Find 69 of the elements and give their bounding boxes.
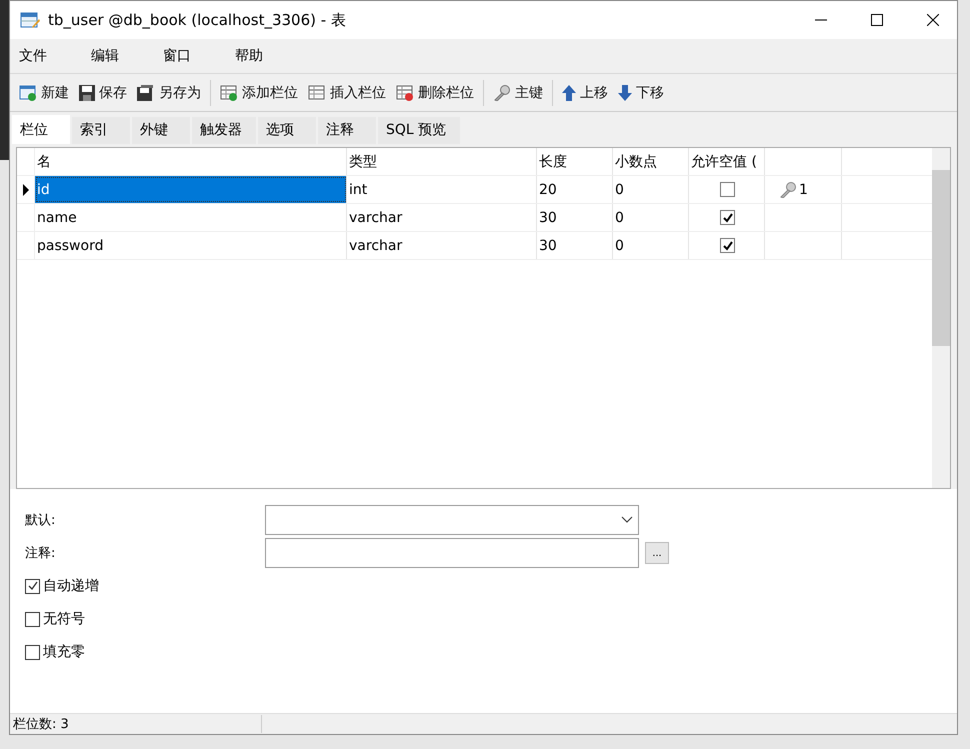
tab[interactable]: 索引 [72, 117, 132, 144]
default-label: 默认: [25, 512, 56, 529]
table-cell: 30 [537, 204, 613, 231]
column-header[interactable]: 小数点 [613, 148, 689, 175]
table-cell: varchar [347, 204, 537, 231]
status-text: 栏位数: 3 [10, 715, 262, 733]
table-cell: int [347, 176, 537, 203]
delete-column-icon [396, 84, 414, 100]
checkbox[interactable] [25, 612, 40, 626]
tab[interactable]: SQL 预览 [378, 117, 462, 144]
new-table-icon [19, 84, 37, 100]
column-header[interactable]: 允许空值 ( [689, 148, 765, 175]
key-order: 1 [799, 182, 808, 198]
key-icon [493, 84, 511, 100]
menu-item[interactable]: 帮助 [226, 47, 272, 65]
key-icon [779, 182, 797, 198]
tab[interactable]: 选项 [258, 117, 318, 144]
table-cell[interactable]: name [35, 204, 347, 231]
checkbox[interactable] [720, 182, 735, 197]
toolbar-button[interactable]: 主键 [488, 82, 548, 104]
table-cell: 20 [537, 176, 613, 203]
table-icon [20, 11, 40, 29]
column-header[interactable]: 类型 [347, 148, 537, 175]
maximize-icon[interactable] [871, 14, 883, 26]
toolbar-button[interactable]: 下移 [613, 82, 669, 104]
table-cell: 0 [613, 232, 689, 259]
comment-field[interactable] [265, 538, 639, 568]
arrow-up-icon [562, 84, 576, 100]
checkbox[interactable] [25, 578, 40, 594]
tab[interactable]: 栏位 [12, 115, 72, 144]
table-cell[interactable]: id [35, 176, 347, 203]
tab[interactable]: 触发器 [192, 117, 258, 144]
menu-item[interactable]: 文件 [10, 47, 56, 65]
close-icon[interactable] [927, 14, 939, 26]
toolbar-button[interactable]: 删除栏位 [391, 82, 479, 104]
toolbar-button[interactable]: 添加栏位 [215, 82, 303, 104]
table-cell[interactable]: password [35, 232, 347, 259]
column-header[interactable]: 长度 [537, 148, 613, 175]
tab[interactable]: 外键 [132, 117, 192, 144]
checkbox[interactable] [720, 210, 735, 225]
ellipsis-button[interactable]: ... [645, 542, 669, 564]
menu-item[interactable]: 编辑 [82, 47, 128, 65]
table-cell: 30 [537, 232, 613, 259]
window-title: tb_user @db_book (localhost_3306) - 表 [48, 10, 346, 30]
save-icon [79, 84, 95, 100]
checkbox[interactable] [720, 238, 735, 253]
toolbar-button[interactable]: 保存 [74, 82, 132, 104]
tab[interactable]: 注释 [318, 117, 378, 144]
menu-item[interactable]: 窗口 [154, 47, 200, 65]
column-header[interactable]: 名 [35, 148, 347, 175]
checkbox-label: 自动递增 [43, 577, 99, 595]
table-cell: 0 [613, 176, 689, 203]
checkbox[interactable] [25, 644, 40, 660]
arrow-down-icon [618, 84, 632, 100]
scrollbar[interactable] [932, 148, 950, 488]
checkbox-label: 填充零 [43, 643, 85, 661]
toolbar-button[interactable]: 新建 [14, 82, 74, 104]
table-cell: 0 [613, 204, 689, 231]
add-column-icon [220, 84, 238, 100]
chevron-down-icon [621, 516, 633, 524]
toolbar-button[interactable]: 另存为 [132, 82, 206, 104]
default-dropdown[interactable] [265, 505, 639, 535]
table-cell: varchar [347, 232, 537, 259]
comment-label: 注释: [25, 545, 56, 562]
toolbar-button[interactable]: 插入栏位 [303, 82, 391, 104]
toolbar-button[interactable]: 上移 [557, 82, 613, 104]
checkbox-label: 无符号 [43, 610, 85, 628]
insert-column-icon [308, 84, 326, 100]
save-as-icon [137, 84, 155, 100]
